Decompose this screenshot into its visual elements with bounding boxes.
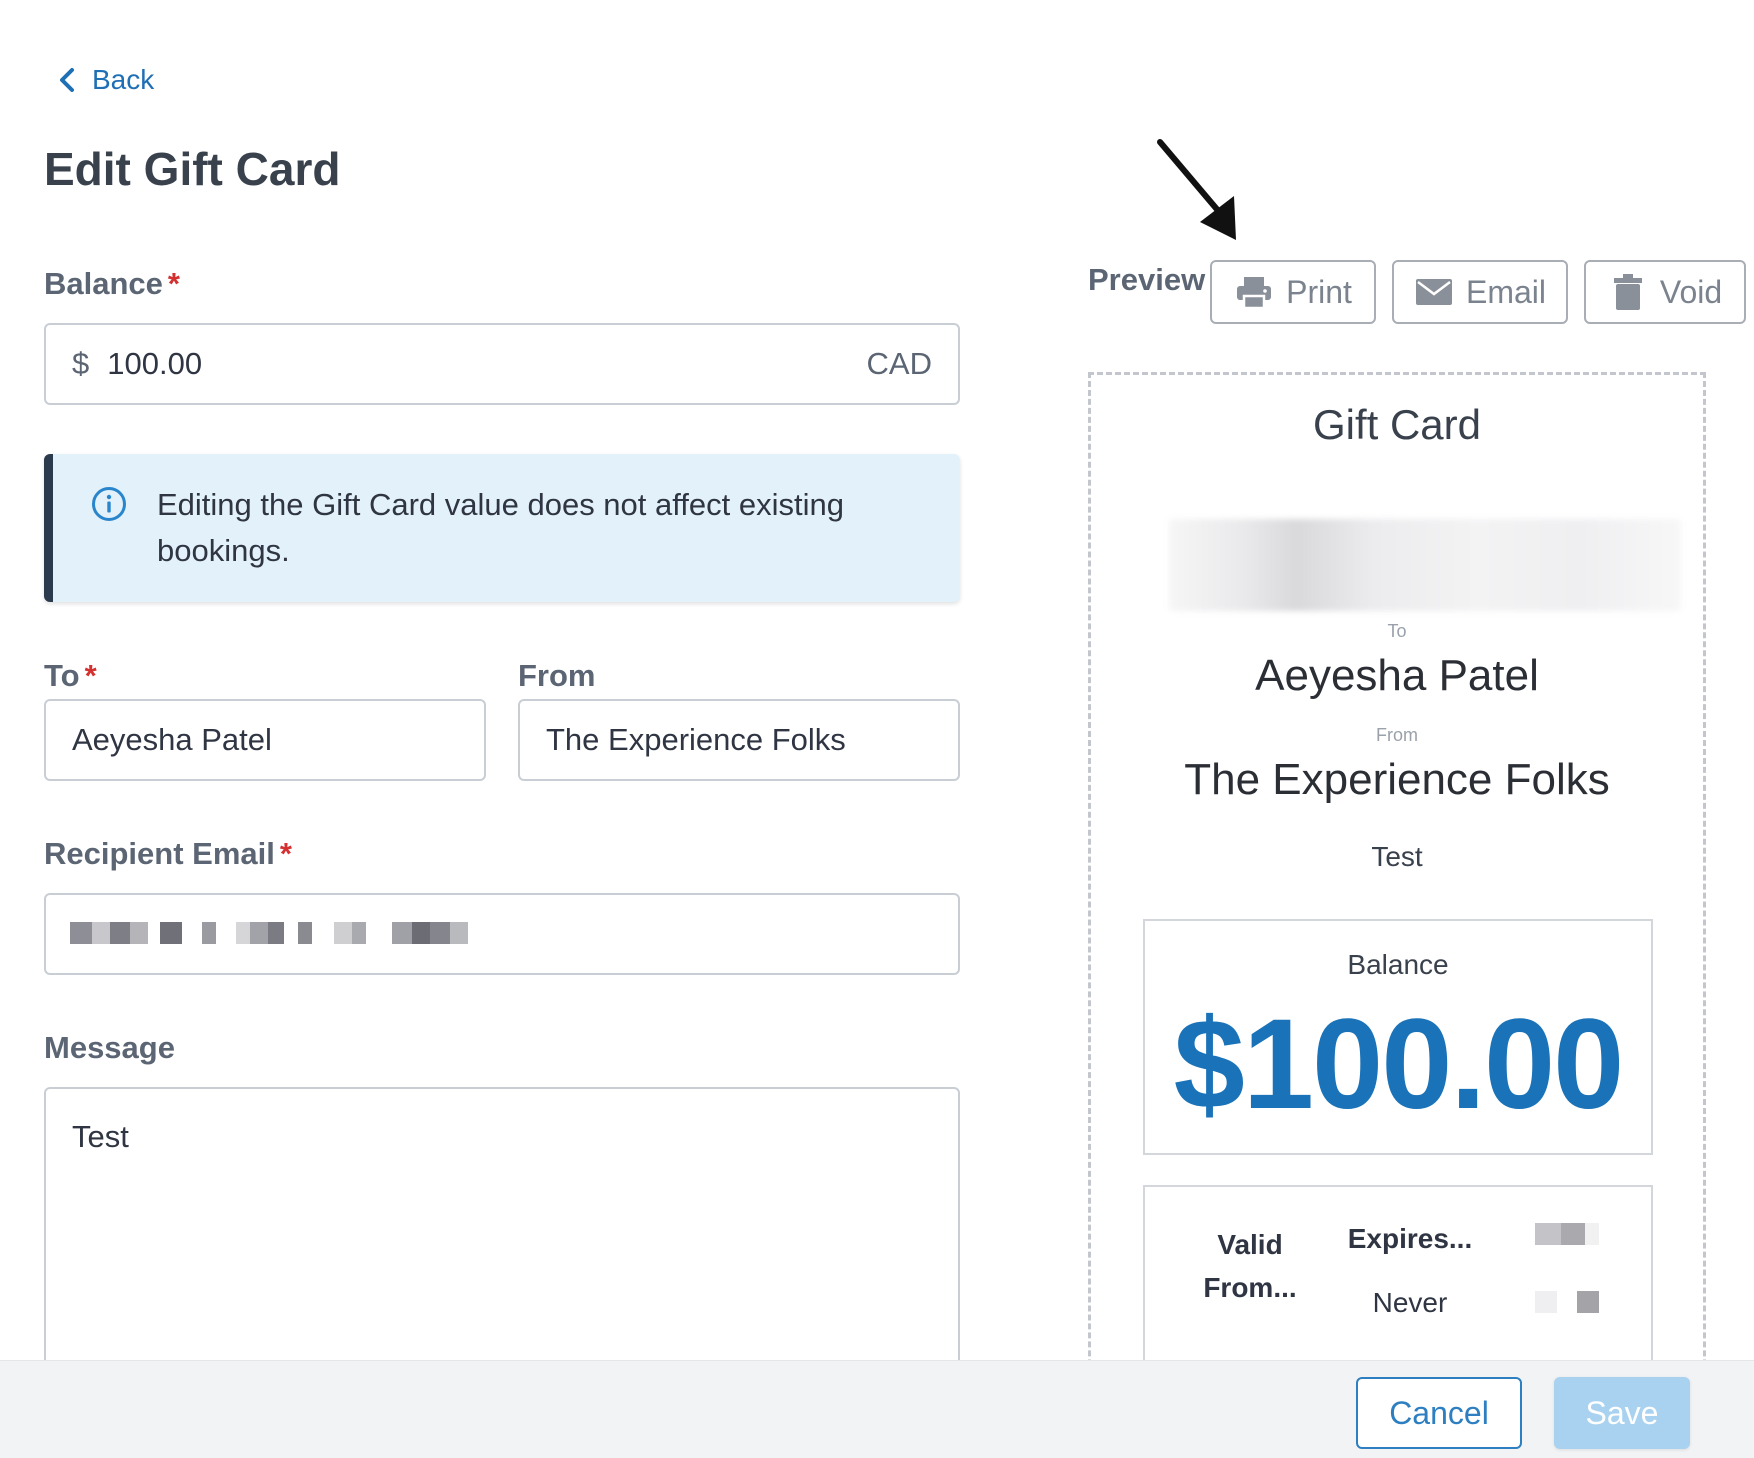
from-label: From bbox=[518, 658, 596, 693]
message-label: Message bbox=[44, 1030, 175, 1065]
required-marker: * bbox=[167, 266, 180, 301]
card-balance-label: Balance bbox=[1347, 949, 1449, 980]
redacted-value bbox=[1535, 1223, 1561, 1245]
balance-label: Balance * bbox=[44, 266, 180, 301]
printer-icon bbox=[1237, 277, 1272, 310]
notice-text: Editing the Gift Card value does not aff… bbox=[157, 487, 844, 568]
envelope-icon bbox=[1415, 279, 1452, 305]
void-label: Void bbox=[1659, 273, 1723, 310]
trash-icon bbox=[1613, 274, 1642, 310]
to-label: To * bbox=[44, 658, 97, 693]
card-balance-amount: $100.00 bbox=[1173, 993, 1625, 1136]
required-marker: * bbox=[279, 836, 292, 871]
gift-card-title: Gift Card bbox=[1312, 401, 1482, 448]
card-to-name: Aeyesha Patel bbox=[1255, 651, 1539, 700]
currency-code: CAD bbox=[866, 346, 932, 381]
page-title: Edit Gift Card bbox=[44, 143, 341, 195]
from-input[interactable]: The Experience Folks bbox=[518, 699, 960, 781]
preview-label: Preview bbox=[1088, 262, 1206, 297]
save-button[interactable]: Save bbox=[1554, 1377, 1690, 1449]
info-icon bbox=[92, 487, 126, 521]
expires-value: Never bbox=[1372, 1287, 1448, 1318]
redacted-value bbox=[1585, 1223, 1599, 1245]
print-button[interactable]: Print bbox=[1210, 260, 1376, 324]
message-textarea[interactable]: Test bbox=[44, 1087, 960, 1387]
back-label: Back bbox=[92, 64, 155, 95]
required-marker: * bbox=[84, 658, 97, 693]
expires-label: Expires... bbox=[1347, 1223, 1473, 1254]
email-label: Email bbox=[1465, 273, 1546, 310]
card-from-label: From bbox=[1376, 725, 1418, 745]
chevron-left-icon bbox=[60, 68, 74, 92]
balance-value: 100.00 bbox=[107, 346, 203, 381]
void-button[interactable]: Void bbox=[1584, 260, 1746, 324]
redacted-value bbox=[1561, 1223, 1585, 1245]
back-link[interactable]: Back bbox=[56, 64, 154, 96]
balance-input[interactable]: $ 100.00 CAD bbox=[44, 323, 960, 405]
card-to-label: To bbox=[1387, 621, 1407, 641]
cancel-button[interactable]: Cancel bbox=[1356, 1377, 1522, 1449]
card-balance-box: Balance $100.00 bbox=[1143, 919, 1653, 1155]
redacted-logo bbox=[1169, 519, 1681, 611]
card-message: Test bbox=[1371, 841, 1423, 872]
recipient-email-label: Recipient Email * bbox=[44, 836, 292, 871]
info-notice: Editing the Gift Card value does not aff… bbox=[44, 454, 960, 602]
email-button[interactable]: Email bbox=[1392, 260, 1568, 324]
redacted-email bbox=[70, 916, 468, 950]
message-value: Test bbox=[72, 1119, 129, 1154]
redacted-value bbox=[1577, 1291, 1599, 1313]
to-value: Aeyesha Patel bbox=[72, 722, 272, 757]
gift-card-preview: Gift Card To Aeyesha Patel From The Expe… bbox=[1088, 372, 1706, 1458]
card-from-name: The Experience Folks bbox=[1184, 755, 1610, 804]
from-value: The Experience Folks bbox=[546, 722, 846, 757]
currency-symbol: $ bbox=[72, 346, 90, 381]
print-label: Print bbox=[1286, 273, 1352, 310]
annotation-arrow bbox=[1157, 139, 1236, 240]
valid-from-label: Valid From... bbox=[1203, 1229, 1297, 1303]
redacted-value bbox=[1535, 1291, 1557, 1313]
to-input[interactable]: Aeyesha Patel bbox=[44, 699, 486, 781]
footer-bar: Cancel Save bbox=[0, 1360, 1754, 1458]
